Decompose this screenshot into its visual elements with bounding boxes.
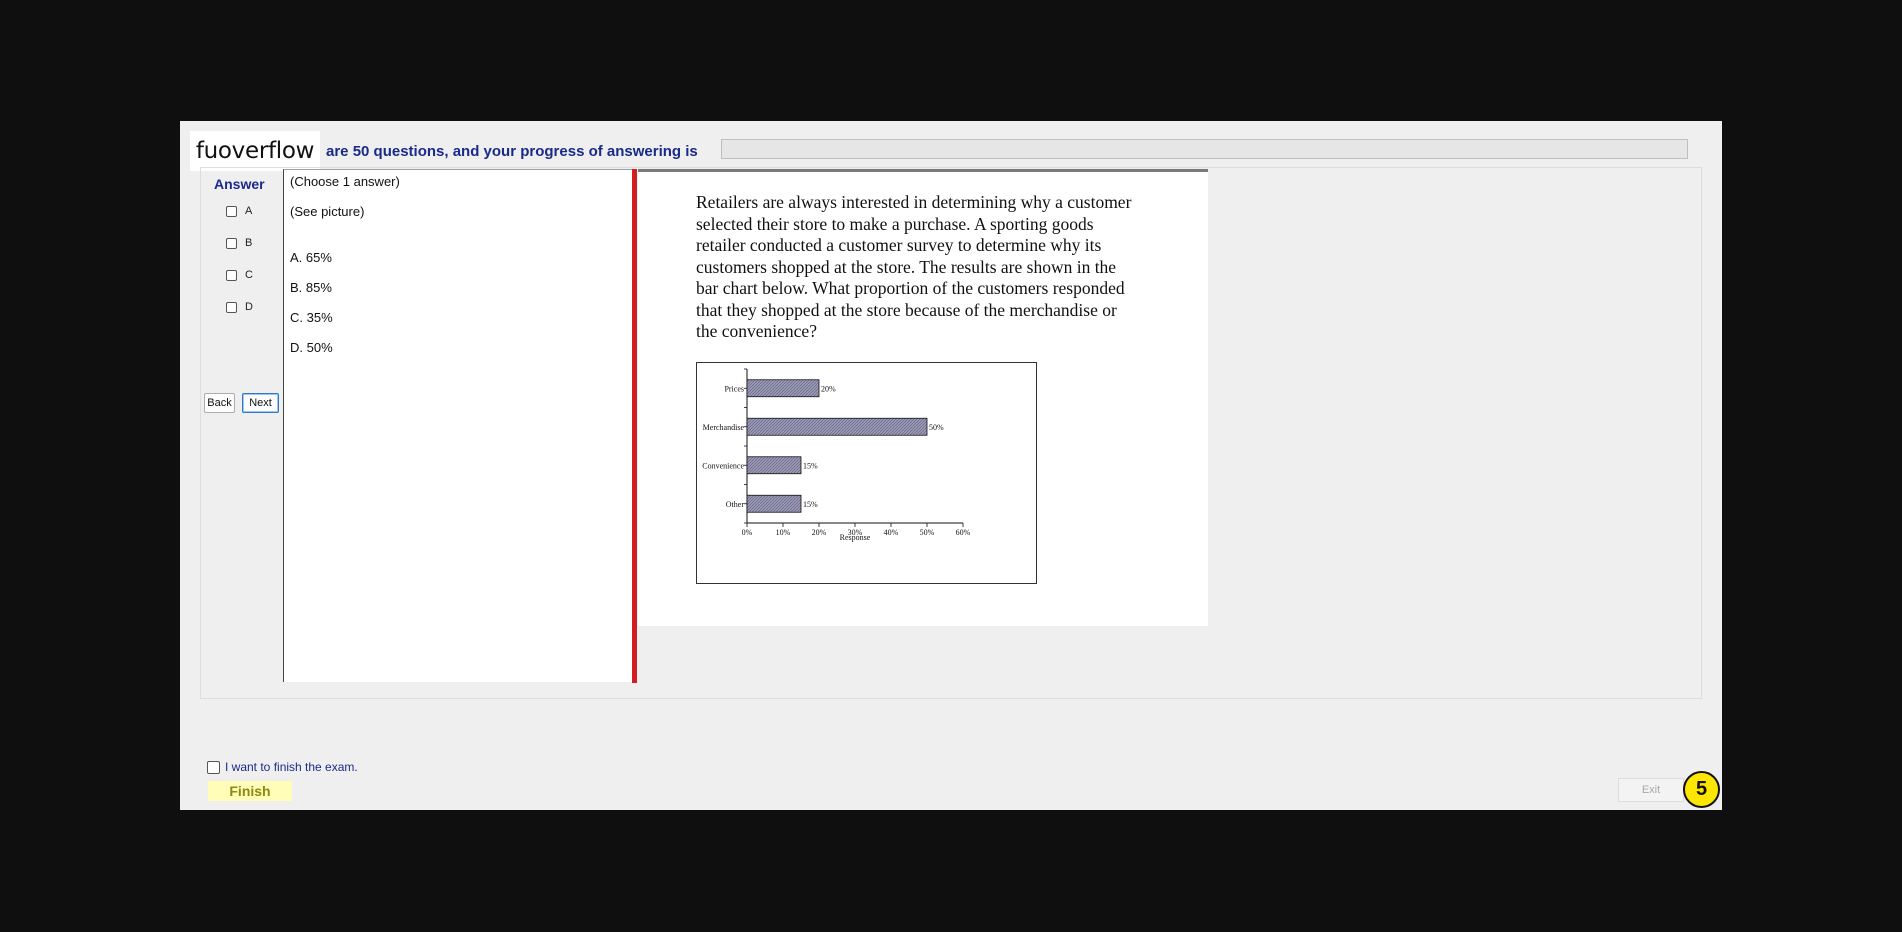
finish-button[interactable]: Finish xyxy=(208,781,292,801)
option-b-checkbox[interactable] xyxy=(226,237,237,249)
option-c-label: C xyxy=(245,269,253,281)
bar xyxy=(746,456,802,475)
option-d-checkbox[interactable] xyxy=(226,301,237,313)
data-label: 20% xyxy=(821,384,836,393)
category-label: Convenience xyxy=(702,461,744,470)
finish-confirm[interactable]: I want to finish the exam. xyxy=(207,760,358,774)
brand-logo: fuoverflow xyxy=(190,131,320,171)
finish-confirm-checkbox[interactable] xyxy=(207,760,220,774)
question-number-badge: 5 xyxy=(1683,771,1720,808)
choice-d: D. 50% xyxy=(290,340,333,355)
exam-window: fuoverflow are 50 questions, and your pr… xyxy=(180,121,1722,810)
question-line: the convenience? xyxy=(696,321,817,341)
category-label: Other xyxy=(726,500,745,509)
question-line: selected their store to make a purchase.… xyxy=(696,213,1094,234)
answer-panel: (Choose 1 answer) (See picture) A. 65% B… xyxy=(283,169,633,682)
exit-button[interactable]: Exit xyxy=(1618,778,1684,802)
option-b-label: B xyxy=(245,237,253,249)
question-line: Retailers are always interested in deter… xyxy=(696,192,1132,212)
answer-title: Answer xyxy=(214,176,265,192)
option-a-checkbox[interactable] xyxy=(226,205,237,217)
data-label: 15% xyxy=(803,500,818,509)
progress-text: are 50 questions, and your progress of a… xyxy=(326,143,698,160)
instruction-text: (Choose 1 answer) xyxy=(290,174,400,189)
bar xyxy=(746,494,802,513)
question-line: bar chart below. What proportion of the … xyxy=(696,278,1125,298)
category-label: Prices xyxy=(724,384,744,393)
back-button[interactable]: Back xyxy=(204,393,235,413)
finish-confirm-label: I want to finish the exam. xyxy=(225,760,358,774)
question-line: retailer conducted a customer survey to … xyxy=(696,235,1102,255)
question-line: customers shopped at the store. The resu… xyxy=(696,256,1117,277)
bar xyxy=(746,417,928,436)
x-tick-label: 10% xyxy=(776,528,791,537)
option-c-checkbox[interactable] xyxy=(226,269,237,281)
x-tick-label: 50% xyxy=(920,528,935,537)
progress-bar xyxy=(721,139,1688,159)
data-label: 50% xyxy=(929,423,944,432)
question-text: Retailers are always interested in deter… xyxy=(696,192,1176,343)
choice-c: C. 35% xyxy=(290,310,333,325)
bar-chart: 0% 10% 20% 30% 40% 50% 60% Response Prices 20% Mer… xyxy=(696,362,1037,584)
option-a-label: A xyxy=(245,205,253,217)
data-label: 15% xyxy=(803,461,818,470)
see-picture-text: (See picture) xyxy=(290,204,365,219)
choice-a: A. 65% xyxy=(290,250,332,265)
option-d[interactable]: D xyxy=(226,301,253,313)
bar-chart-svg: 0% 10% 20% 30% 40% 50% 60%ResponsePrices 20%Mer… xyxy=(702,368,971,542)
option-a[interactable]: A xyxy=(226,205,252,217)
x-axis-title: Response xyxy=(840,533,871,542)
choice-b: B. 85% xyxy=(290,280,332,295)
question-line: that they shopped at the store because o… xyxy=(696,299,1117,320)
x-tick-label: 0% xyxy=(742,528,753,537)
option-c[interactable]: C xyxy=(226,269,253,281)
panel-splitter[interactable] xyxy=(632,169,637,683)
x-tick-label: 20% xyxy=(812,528,827,537)
next-button[interactable]: Next xyxy=(242,393,279,413)
option-d-label: D xyxy=(245,301,253,313)
category-label: Merchandise xyxy=(703,423,745,432)
question-panel: Retailers are always interested in deter… xyxy=(638,169,1208,626)
bar xyxy=(746,379,820,398)
x-tick-label: 40% xyxy=(884,528,899,537)
x-tick-label: 60% xyxy=(956,528,971,537)
option-b[interactable]: B xyxy=(226,237,252,249)
